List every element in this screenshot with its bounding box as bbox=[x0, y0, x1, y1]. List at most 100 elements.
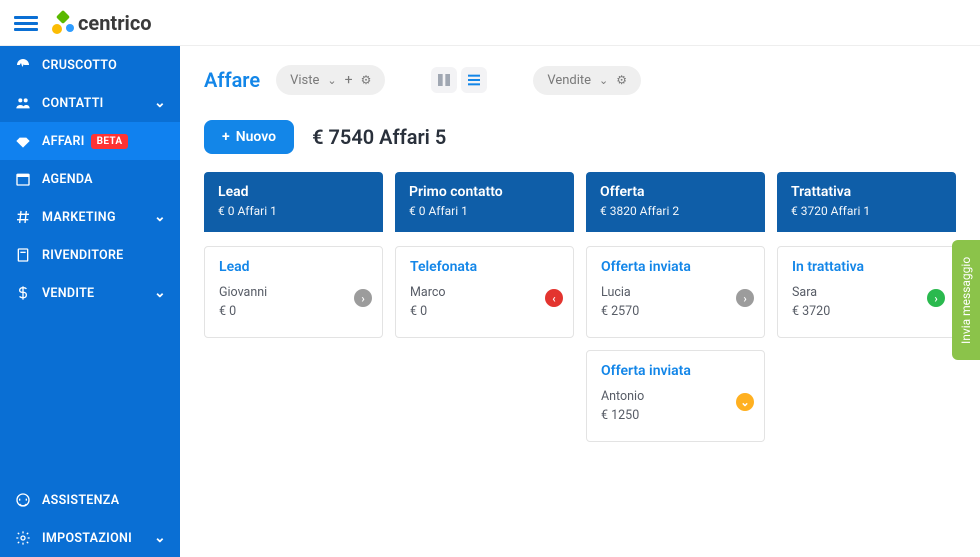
app-header: centrico bbox=[0, 0, 980, 46]
kanban-column: Offerta € 3820 Affari 2 Offerta inviata Luc… bbox=[586, 172, 765, 454]
status-indicator: › bbox=[736, 289, 754, 307]
card-title: Telefonata bbox=[410, 259, 559, 275]
sidebar-item-marketing[interactable]: MARKETING ⌄ bbox=[0, 198, 180, 236]
views-label: Viste bbox=[290, 73, 319, 88]
sidebar-item-agenda[interactable]: AGENDA bbox=[0, 160, 180, 198]
sidebar-item-label: MARKETING bbox=[42, 210, 116, 225]
column-header: Lead€ 0 Affari 1 bbox=[204, 172, 383, 232]
title-row: Affare Viste ⌄ + ⚙ Vendite ⌄ ⚙ bbox=[204, 62, 956, 98]
status-indicator: › bbox=[927, 289, 945, 307]
deals-icon bbox=[14, 133, 32, 149]
views-chip[interactable]: Viste ⌄ + ⚙ bbox=[276, 65, 385, 95]
card-amount: € 3720 bbox=[792, 304, 941, 319]
logo-text: centrico bbox=[78, 11, 152, 35]
sidebar-item-label: AGENDA bbox=[42, 172, 93, 187]
sidebar-item-rivenditore[interactable]: RIVENDITORE bbox=[0, 236, 180, 274]
chevron-down-icon: ⌄ bbox=[154, 209, 166, 225]
chevron-down-icon: ⌄ bbox=[154, 530, 166, 546]
sidebar-item-impostazioni[interactable]: IMPOSTAZIONI ⌄ bbox=[0, 519, 180, 557]
dashboard-icon bbox=[14, 57, 32, 73]
card-amount: € 2570 bbox=[601, 304, 750, 319]
chevron-down-icon: ⌄ bbox=[154, 95, 166, 111]
kanban-column: Primo contatto € 0 Affari 1 Telefonata Marc… bbox=[395, 172, 574, 454]
column-subtotal: € 0 Affari 1 bbox=[409, 204, 560, 218]
sidebar-item-label: VENDITE bbox=[42, 286, 94, 301]
card-title: Offerta inviata bbox=[601, 363, 750, 379]
gear-icon: ⚙ bbox=[361, 73, 372, 87]
status-indicator: › bbox=[354, 289, 372, 307]
deal-card[interactable]: Lead Giovanni € 0› bbox=[204, 246, 383, 338]
kanban-board: Lead€ 0 Affari 1LeadGiovanni€ 0›Primo co… bbox=[204, 172, 956, 454]
card-amount: € 1250 bbox=[601, 408, 750, 423]
column-name: Trattativa bbox=[791, 184, 942, 200]
column-name: Offerta bbox=[600, 184, 751, 200]
view-toggle bbox=[423, 62, 495, 98]
card-person: Sara bbox=[792, 285, 941, 300]
card-person: Giovanni bbox=[219, 285, 368, 300]
column-subtotal: € 0 Affari 1 bbox=[218, 204, 369, 218]
chevron-down-icon: ⌄ bbox=[327, 74, 336, 87]
sidebar-item-assistenza[interactable]: ASSISTENZA bbox=[0, 481, 180, 519]
deal-card[interactable]: Telefonata Marco € 0‹ bbox=[395, 246, 574, 338]
filter-chip[interactable]: Vendite ⌄ ⚙ bbox=[533, 66, 641, 95]
card-title: Offerta inviata bbox=[601, 259, 750, 275]
status-indicator: ⌄ bbox=[736, 393, 754, 411]
sidebar-item-label: AFFARI bbox=[42, 134, 85, 149]
sidebar-item-vendite[interactable]: VENDITE ⌄ bbox=[0, 274, 180, 312]
beta-badge: BETA bbox=[91, 134, 129, 149]
view-kanban-button[interactable] bbox=[431, 67, 457, 93]
column-header: Trattativa € 3720 Affari 1 bbox=[777, 172, 956, 232]
support-icon bbox=[14, 492, 32, 508]
gear-icon bbox=[14, 530, 32, 546]
card-person: Lucia bbox=[601, 285, 750, 300]
hash-icon bbox=[14, 209, 32, 225]
plus-icon: + bbox=[222, 129, 230, 145]
logo-mark bbox=[52, 12, 74, 34]
card-person: Antonio bbox=[601, 389, 750, 404]
sidebar-item-label: RIVENDITORE bbox=[42, 248, 124, 263]
chevron-down-icon: ⌄ bbox=[599, 74, 608, 87]
sidebar-item-label: IMPOSTAZIONI bbox=[42, 531, 132, 546]
logo: centrico bbox=[52, 11, 152, 35]
sidebar-item-label: CONTATTI bbox=[42, 96, 104, 111]
deal-card[interactable]: Offerta inviata Lucia € 2570› bbox=[586, 246, 765, 338]
kanban-column: Trattativa € 3720 Affari 1 In trattativa Sa… bbox=[777, 172, 956, 454]
column-subtotal: € 3820 Affari 2 bbox=[600, 204, 751, 218]
sidebar-item-contatti[interactable]: CONTATTI ⌄ bbox=[0, 84, 180, 122]
reseller-icon bbox=[14, 247, 32, 263]
summary-total: € 7540 Affari 5 bbox=[312, 125, 446, 149]
new-label: Nuovo bbox=[236, 129, 276, 145]
dollar-icon bbox=[14, 285, 32, 301]
view-list-button[interactable] bbox=[461, 67, 487, 93]
card-title: Lead bbox=[219, 259, 368, 275]
new-deal-button[interactable]: + Nuovo bbox=[204, 120, 294, 154]
deal-card[interactable]: In trattativa Sara € 3720› bbox=[777, 246, 956, 338]
page-title: Affare bbox=[204, 68, 260, 92]
sidebar: CRUSCOTTO CONTATTI ⌄ AFFARI BETA AGENDA MARKET… bbox=[0, 46, 180, 557]
card-title: In trattativa bbox=[792, 259, 941, 275]
card-person: Marco bbox=[410, 285, 559, 300]
gear-icon: ⚙ bbox=[616, 73, 627, 87]
kanban-column: Lead€ 0 Affari 1 Lead Giovanni € 0› bbox=[204, 172, 383, 454]
sidebar-item-cruscotto[interactable]: CRUSCOTTO bbox=[0, 46, 180, 84]
card-amount: € 0 bbox=[219, 304, 368, 319]
column-subtotal: € 3720 Affari 1 bbox=[791, 204, 942, 218]
sidebar-item-label: ASSISTENZA bbox=[42, 493, 119, 508]
sidebar-item-affari[interactable]: AFFARI BETA bbox=[0, 122, 180, 160]
card-amount: € 0 bbox=[410, 304, 559, 319]
send-message-tab[interactable]: Invia messaggio bbox=[952, 240, 980, 360]
action-row: + Nuovo € 7540 Affari 5 bbox=[204, 120, 956, 154]
menu-toggle[interactable] bbox=[14, 13, 38, 33]
column-header: Primo contatto € 0 Affari 1 bbox=[395, 172, 574, 232]
calendar-icon bbox=[14, 171, 32, 187]
sidebar-item-label: CRUSCOTTO bbox=[42, 58, 117, 73]
status-indicator: ‹ bbox=[545, 289, 563, 307]
column-header: Offerta € 3820 Affari 2 bbox=[586, 172, 765, 232]
filter-label: Vendite bbox=[547, 73, 591, 88]
contacts-icon bbox=[14, 95, 32, 111]
deal-card[interactable]: Offerta inviata Antonio € 1250⌄ bbox=[586, 350, 765, 442]
plus-icon: + bbox=[345, 72, 353, 88]
chevron-down-icon: ⌄ bbox=[154, 285, 166, 301]
column-name: Primo contatto bbox=[409, 184, 560, 200]
main-content: Affare Viste ⌄ + ⚙ Vendite ⌄ ⚙ bbox=[180, 46, 980, 557]
